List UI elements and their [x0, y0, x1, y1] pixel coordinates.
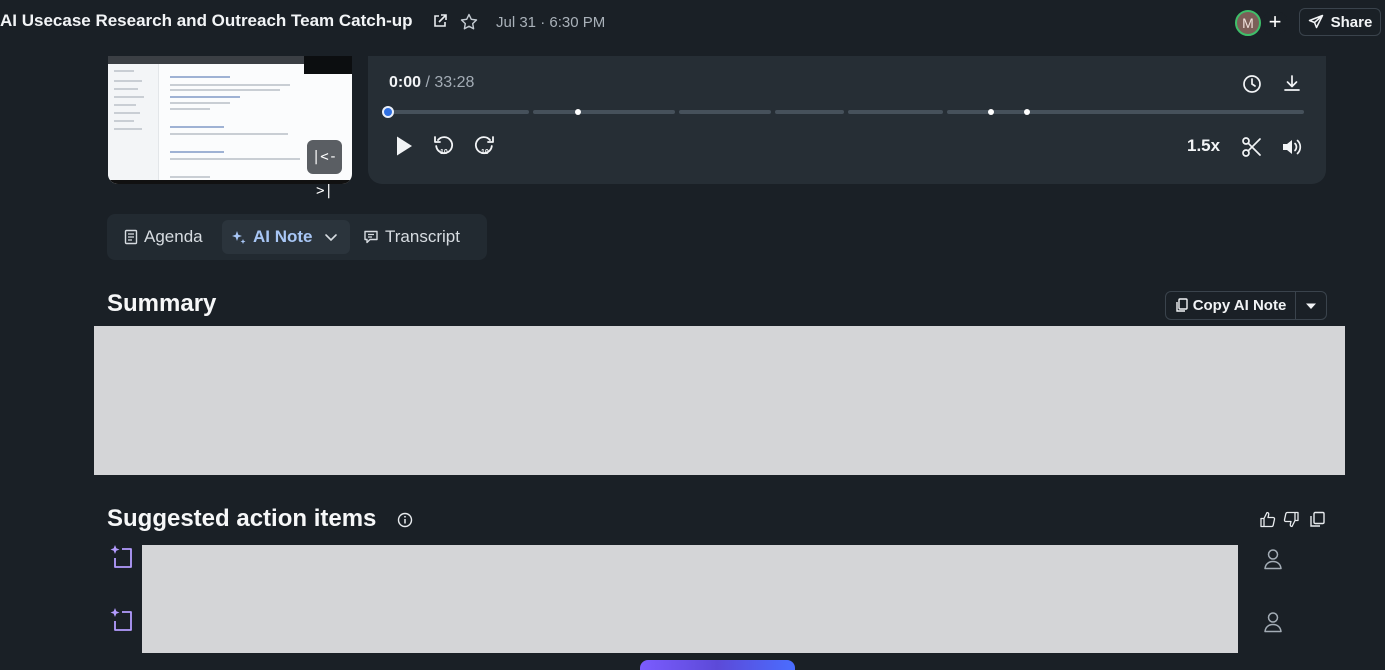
progress-segment[interactable]	[947, 110, 1304, 114]
share-label: Share	[1330, 13, 1373, 31]
copy-ai-note-button[interactable]: Copy AI Note	[1166, 292, 1295, 319]
total-time: 33:28	[434, 74, 475, 91]
redacted-action-items	[142, 545, 1238, 653]
tab-label: Transcript	[385, 227, 460, 246]
clock-icon[interactable]	[1242, 74, 1262, 94]
svg-text:10: 10	[440, 149, 448, 156]
tab-agenda[interactable]: Agenda	[116, 220, 216, 254]
playback-speed-button[interactable]: 1.5x	[1187, 136, 1220, 156]
thumbnail-line	[114, 120, 134, 122]
thumbnail-camera-area	[304, 56, 352, 74]
summary-heading: Summary	[107, 290, 217, 317]
ai-task-icon	[110, 608, 132, 631]
tab-ai-note[interactable]: AI Note	[222, 220, 350, 254]
thumbnail-line	[114, 112, 140, 114]
thumbnail-line	[170, 76, 230, 78]
copy-options-dropdown[interactable]	[1296, 292, 1326, 319]
assignee-icon[interactable]	[1263, 548, 1283, 570]
thumbnail-line	[114, 96, 144, 98]
thumbnail-line	[170, 158, 300, 160]
forward-10-icon[interactable]: 10	[472, 134, 496, 158]
thumbnail-line	[114, 104, 136, 106]
thumbnail-line	[170, 96, 240, 98]
thumbnail-line	[170, 151, 224, 153]
external-link-icon[interactable]	[433, 14, 447, 28]
thumbs-down-icon[interactable]	[1283, 511, 1300, 528]
current-time: 0:00	[389, 74, 422, 91]
progress-handle[interactable]	[382, 106, 394, 118]
tab-transcript[interactable]: Transcript	[355, 220, 481, 254]
meeting-date: Jul 31 · 6:30 PM	[496, 14, 606, 31]
chapter-marker[interactable]	[988, 109, 994, 115]
thumbnail-line	[170, 176, 210, 178]
copy-icon[interactable]	[1309, 511, 1326, 528]
add-participant-button[interactable]: +	[1262, 10, 1288, 36]
chat-icon	[364, 230, 378, 244]
floating-action-button[interactable]	[640, 660, 795, 670]
progress-segment[interactable]	[533, 110, 675, 114]
thumbs-up-icon[interactable]	[1259, 511, 1276, 528]
action-items-heading: Suggested action items	[107, 505, 377, 532]
thumbnail-line	[170, 89, 280, 91]
copy-ai-note-label: Copy AI Note	[1192, 297, 1287, 314]
send-icon	[1308, 14, 1323, 29]
tab-label: Agenda	[144, 227, 203, 246]
chevron-down-icon[interactable]	[323, 229, 339, 245]
sparkle-icon	[232, 230, 246, 244]
thumbnail-line	[170, 84, 290, 86]
ai-task-icon	[110, 545, 132, 568]
download-icon[interactable]	[1282, 73, 1302, 93]
progress-segment[interactable]	[775, 110, 844, 114]
audio-player	[368, 56, 1326, 184]
copy-icon	[1175, 298, 1188, 312]
thumbnail-line	[170, 102, 230, 104]
expand-video-button[interactable]: |<->|	[307, 140, 342, 199]
assignee-icon[interactable]	[1263, 611, 1283, 633]
thumbnail-line	[114, 70, 134, 72]
avatar[interactable]: M	[1235, 10, 1261, 36]
chapter-marker[interactable]	[1024, 109, 1030, 115]
thumbnail-line	[170, 133, 288, 135]
redacted-summary-content	[94, 326, 1345, 475]
chapter-marker[interactable]	[575, 109, 581, 115]
meeting-title[interactable]: AI Usecase Research and Outreach Team Ca…	[0, 11, 413, 31]
thumbnail-line	[170, 108, 210, 110]
progress-segment[interactable]	[679, 110, 771, 114]
thumbnail-line	[114, 128, 142, 130]
progress-segment[interactable]	[389, 110, 529, 114]
time-separator: /	[425, 74, 430, 91]
document-icon	[124, 229, 138, 245]
progress-segment[interactable]	[848, 110, 943, 114]
star-icon[interactable]	[460, 13, 478, 31]
thumbnail-line	[170, 126, 224, 128]
thumbnail-line	[114, 80, 142, 82]
thumbnail-sidebar	[108, 64, 159, 184]
tab-label: AI Note	[253, 227, 313, 246]
rewind-10-icon[interactable]: 10	[432, 134, 456, 158]
time-display: 0:00 / 33:28	[389, 74, 474, 92]
caret-down-icon	[1306, 303, 1316, 309]
svg-text:10: 10	[481, 149, 489, 156]
share-button[interactable]: Share	[1299, 8, 1381, 36]
info-icon[interactable]	[397, 512, 413, 528]
thumbnail-line	[114, 88, 138, 90]
play-icon[interactable]	[392, 134, 416, 158]
volume-icon[interactable]	[1280, 136, 1302, 158]
scissors-icon[interactable]	[1241, 136, 1263, 158]
